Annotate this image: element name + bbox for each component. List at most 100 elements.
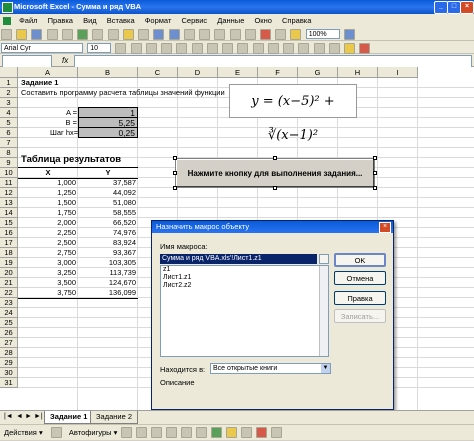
table-cell-x[interactable]: 1,500 [18,198,76,208]
table-cell-y[interactable]: 44,092 [78,188,136,198]
table-cell-y[interactable]: 58,555 [78,208,136,218]
font-size-select[interactable]: 10 [87,43,112,53]
row-header[interactable]: 23 [0,298,18,308]
column-header[interactable]: A [18,67,78,78]
dialog-close-icon[interactable]: × [379,222,391,233]
save-icon[interactable] [31,29,43,40]
tab-sheet-1[interactable]: Задание 1 [44,411,94,424]
row-header[interactable]: 21 [0,278,18,288]
row-header[interactable]: 31 [0,378,18,388]
function-icon[interactable] [214,29,226,40]
align-right-icon[interactable] [191,43,203,54]
last-sheet-icon[interactable]: ►| [34,413,43,420]
menu-data[interactable]: Данные [213,14,248,27]
zoom-select[interactable]: 100% [305,29,340,39]
resize-handle[interactable] [273,186,277,190]
help-icon[interactable] [343,29,355,40]
select-objects-icon[interactable] [50,427,62,438]
column-header[interactable]: C [138,67,178,78]
resize-handle[interactable] [173,156,177,160]
chevron-down-icon[interactable]: ▼ [321,364,330,373]
italic-icon[interactable] [130,43,142,54]
table-cell-y[interactable]: 136,099 [78,288,136,298]
row-header[interactable]: 24 [0,308,18,318]
clipart-icon[interactable] [211,427,223,438]
list-item[interactable]: Лист2.z2 [161,282,328,290]
row-header[interactable]: 5 [0,118,18,128]
resize-handle[interactable] [373,156,377,160]
list-item[interactable]: z1 [161,266,328,274]
table-cell-y[interactable]: 74,976 [78,228,136,238]
location-select[interactable]: Все открытые книги ▼ [210,363,331,374]
increase-indent-icon[interactable] [313,43,325,54]
fx-icon[interactable]: fx [62,54,68,67]
row-header[interactable]: 15 [0,218,18,228]
actions-menu[interactable]: Действия [4,428,37,437]
row-header[interactable]: 4 [0,108,18,118]
menu-help[interactable]: Справка [278,14,315,27]
align-left-icon[interactable] [161,43,173,54]
table-cell-y[interactable]: 66,520 [78,218,136,228]
tab-sheet-2[interactable]: Задание 2 [90,411,139,424]
menu-file[interactable]: Файл [15,14,41,27]
print-icon[interactable] [46,29,58,40]
comma-icon[interactable] [252,43,264,54]
row-header[interactable]: 16 [0,228,18,238]
row-header[interactable]: 30 [0,368,18,378]
row-header[interactable]: 13 [0,198,18,208]
row-header[interactable]: 3 [0,98,18,108]
row-header[interactable]: 28 [0,348,18,358]
table-cell-x[interactable]: 2,500 [18,238,76,248]
row-header[interactable]: 7 [0,138,18,148]
row-header[interactable]: 1 [0,78,18,88]
row-header[interactable]: 19 [0,258,18,268]
list-scrollbar[interactable] [319,266,328,356]
table-cell-x[interactable]: 2,750 [18,248,76,258]
list-item[interactable]: Лист1.z1 [161,274,328,282]
underline-icon[interactable] [145,43,157,54]
menu-tools[interactable]: Сервис [177,14,211,27]
open-icon[interactable] [16,29,28,40]
font-select[interactable]: Arial Cyr [1,43,83,53]
resize-handle[interactable] [273,156,277,160]
row-header[interactable]: 10 [0,168,18,178]
row-header[interactable]: 6 [0,128,18,138]
row-header[interactable]: 26 [0,328,18,338]
table-cell-x[interactable]: 3,000 [18,258,76,268]
copy-icon[interactable] [107,29,119,40]
table-cell-x[interactable]: 2,250 [18,228,76,238]
macro-icon[interactable] [290,29,302,40]
row-header[interactable]: 22 [0,288,18,298]
table-cell-x[interactable]: 1,250 [18,188,76,198]
row-header[interactable]: 9 [0,158,18,168]
preview-icon[interactable] [61,29,73,40]
spelling-icon[interactable] [77,29,89,40]
resize-handle[interactable] [173,171,177,175]
textbox-icon[interactable] [180,427,192,438]
merge-center-icon[interactable] [206,43,218,54]
sort-desc-icon[interactable] [244,29,256,40]
next-sheet-icon[interactable]: ► [25,413,32,420]
fill-color-icon[interactable] [226,427,238,438]
menu-edit[interactable]: Правка [44,14,77,27]
menu-window[interactable]: Окно [250,14,275,27]
arrow-icon[interactable] [135,427,147,438]
table-cell-x[interactable]: 3,500 [18,278,76,288]
format-painter-icon[interactable] [138,29,150,40]
percent-icon[interactable] [237,43,249,54]
chart-wizard-icon[interactable] [259,29,271,40]
resize-handle[interactable] [173,186,177,190]
column-header[interactable]: F [258,67,298,78]
row-header[interactable]: 11 [0,178,18,188]
table-cell-x[interactable]: 3,250 [18,268,76,278]
input-h[interactable]: 0,25 [78,127,138,138]
decrease-decimal-icon[interactable] [283,43,295,54]
ok-button[interactable]: OK [334,253,386,267]
line-color-icon[interactable] [241,427,253,438]
new-icon[interactable] [1,29,12,40]
menu-format[interactable]: Формат [141,14,176,27]
table-cell-x[interactable]: 2,000 [18,218,76,228]
row-header[interactable]: 29 [0,358,18,368]
run-macro-button[interactable]: Нажмите кнопку для выполнения задания... [175,158,375,188]
hyperlink-icon[interactable] [183,29,195,40]
